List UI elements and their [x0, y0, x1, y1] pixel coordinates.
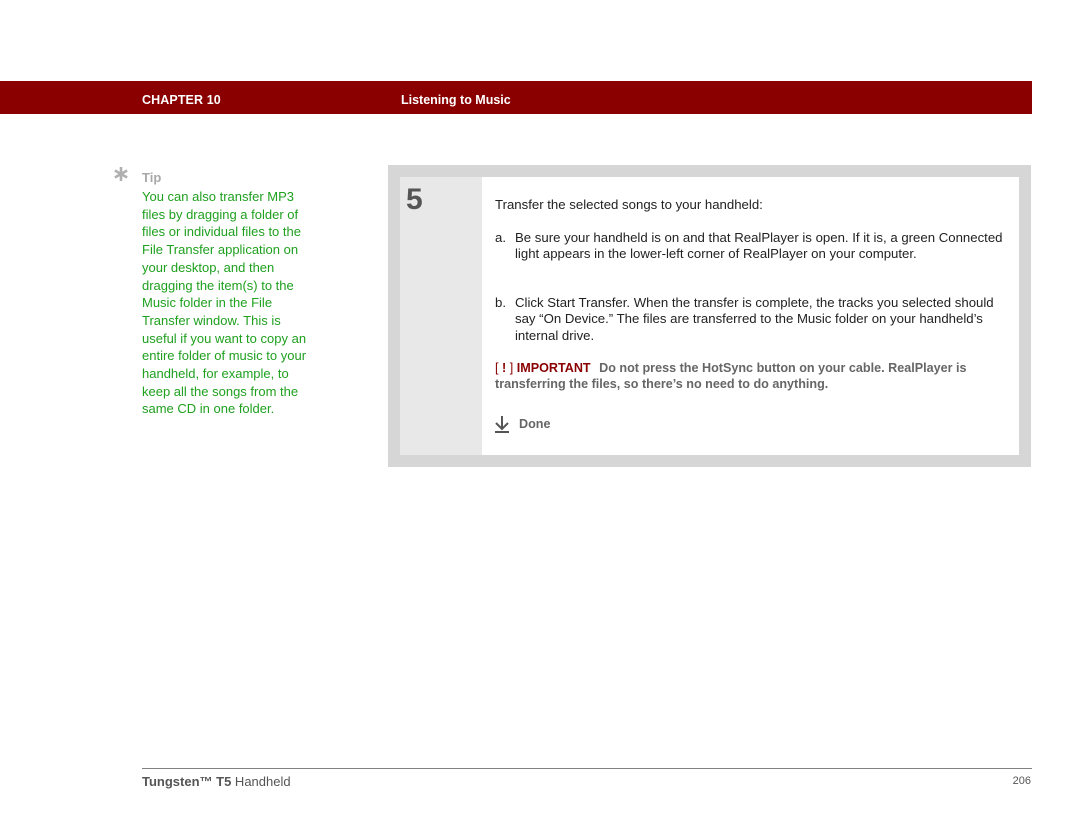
chapter-title: Listening to Music: [401, 93, 511, 107]
important-label: IMPORTANT: [516, 361, 591, 375]
chapter-number: CHAPTER 10: [142, 93, 221, 107]
footer-divider: [142, 768, 1032, 769]
substep-text: Be sure your handheld is on and that Rea…: [515, 230, 1003, 262]
substep-letter: b.: [495, 295, 506, 310]
asterisk-icon: [114, 167, 128, 181]
done-label: Done: [519, 417, 551, 431]
step-number: 5: [406, 183, 423, 216]
substep-letter: a.: [495, 230, 506, 245]
footer-product-name: Tungsten™ T5 Handheld: [142, 774, 291, 789]
page-number: 206: [1012, 775, 1031, 787]
product-name-bold: Tungsten™ T5: [142, 774, 232, 789]
step-number-column: [400, 177, 482, 455]
important-note: [ ! ] IMPORTANT Do not press the HotSync…: [495, 360, 1010, 393]
substep-b: b. Click Start Transfer. When the transf…: [495, 295, 1010, 344]
substep-a: a. Be sure your handheld is on and that …: [495, 230, 1010, 263]
step-instruction: Transfer the selected songs to your hand…: [495, 197, 763, 212]
down-arrow-icon: [495, 416, 509, 433]
important-bracket-close: ]: [509, 361, 514, 375]
exclamation-icon: !: [502, 361, 507, 375]
tip-text: You can also transfer MP3 files by dragg…: [142, 189, 307, 417]
important-bracket-open: [: [495, 361, 499, 375]
substep-text: Click Start Transfer. When the transfer …: [515, 295, 994, 343]
tip-label: Tip: [142, 170, 162, 185]
product-name-rest: Handheld: [231, 774, 291, 789]
